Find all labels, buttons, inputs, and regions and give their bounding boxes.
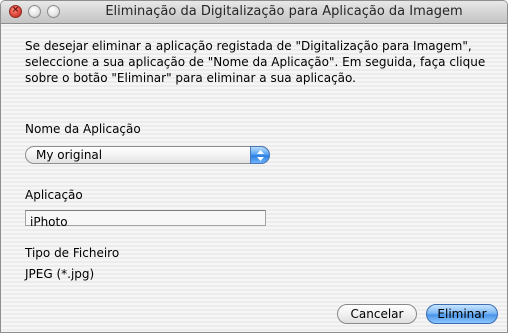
- dialog-window: × Eliminação da Digitalização para Aplic…: [0, 0, 508, 333]
- application-label: Aplicação: [25, 188, 83, 202]
- app-name-selected: My original: [36, 148, 103, 162]
- zoom-icon[interactable]: [47, 5, 60, 18]
- close-icon[interactable]: ×: [9, 5, 22, 18]
- app-name-popup[interactable]: My original: [25, 146, 270, 164]
- title-bar[interactable]: × Eliminação da Digitalização para Aplic…: [1, 1, 507, 24]
- file-type-value: JPEG (*.jpg): [25, 267, 95, 281]
- file-type-label: Tipo de Ficheiro: [25, 246, 120, 260]
- window-title: Eliminação da Digitalização para Aplicaç…: [105, 4, 463, 19]
- app-name-label: Nome da Aplicação: [25, 122, 141, 136]
- instructions-text: Se desejar eliminar a aplicação registad…: [25, 39, 486, 85]
- minimize-icon[interactable]: [28, 5, 41, 18]
- eliminate-button[interactable]: Eliminar: [426, 304, 498, 324]
- cancel-button[interactable]: Cancelar: [337, 304, 417, 324]
- application-field[interactable]: [25, 210, 266, 229]
- up-down-arrows-icon[interactable]: [250, 146, 270, 164]
- application-input[interactable]: [26, 215, 260, 229]
